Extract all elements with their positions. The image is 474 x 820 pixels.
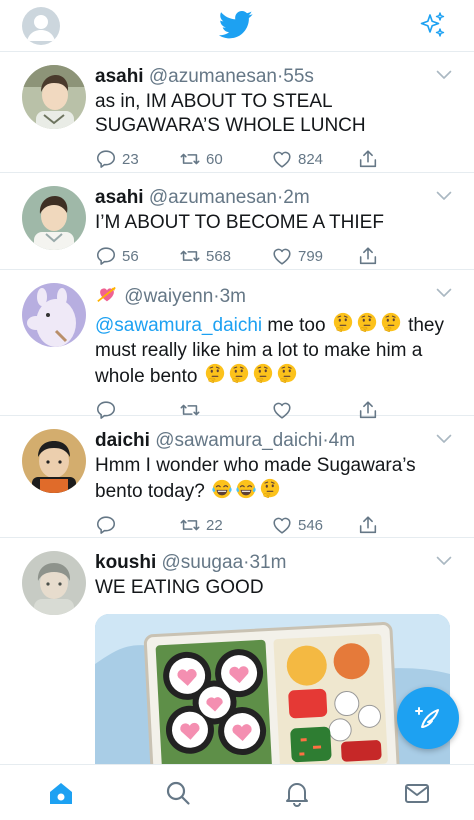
- timeline[interactable]: asahi @azumanesan·55s as in, IM ABOUT TO…: [0, 52, 474, 764]
- bento-box-image[interactable]: [95, 614, 450, 764]
- bottom-tab-bar: [0, 764, 474, 820]
- top-bar: [0, 0, 474, 52]
- handle[interactable]: @azumanesan: [149, 187, 277, 208]
- thinking-face-emoji: [204, 363, 226, 385]
- tears-of-joy-emoji: [211, 478, 233, 500]
- display-name[interactable]: asahi: [95, 187, 144, 208]
- chevron-down-icon[interactable]: [436, 556, 452, 566]
- handle[interactable]: @waiyenn: [124, 286, 213, 307]
- share-button[interactable]: [357, 148, 384, 170]
- chevron-down-icon[interactable]: [436, 70, 452, 80]
- retweet-button[interactable]: 60: [179, 148, 223, 170]
- display-name[interactable]: koushi: [95, 552, 156, 573]
- display-name[interactable]: daichi: [95, 430, 150, 451]
- tweet[interactable]: asahi @azumanesan·55s as in, IM ABOUT TO…: [0, 52, 474, 173]
- like-button[interactable]: 824: [271, 148, 323, 170]
- reply-icon: [95, 245, 117, 267]
- share-button[interactable]: [357, 245, 384, 267]
- retweet-count: 60: [206, 150, 223, 168]
- timestamp[interactable]: 31m: [249, 552, 286, 573]
- handle[interactable]: @azumanesan: [149, 66, 277, 87]
- thinking-face-emoji: [252, 363, 274, 385]
- tweet-header: daichi @sawamura_daichi·4m: [95, 429, 454, 453]
- profile-avatar[interactable]: [22, 7, 60, 45]
- tweet-text: Hmm I wonder who made Sugawara’s bento t…: [95, 454, 454, 504]
- reply-icon: [95, 148, 117, 170]
- home-icon[interactable]: [47, 779, 75, 807]
- retweet-icon: [179, 245, 201, 267]
- share-icon: [357, 148, 379, 170]
- chevron-down-icon[interactable]: [436, 434, 452, 444]
- reply-icon: [95, 514, 117, 536]
- tweet[interactable]: asahi @azumanesan·2m I’M ABOUT TO BECOME…: [0, 173, 474, 270]
- timestamp[interactable]: 55s: [283, 66, 314, 87]
- tweet-text: WE EATING GOOD: [95, 577, 264, 598]
- tweet-text: @sawamura_daichi me too they must really…: [95, 312, 454, 389]
- like-count: 799: [298, 247, 324, 265]
- handle[interactable]: @sawamura_daichi: [155, 430, 322, 451]
- reply-button[interactable]: 56: [95, 245, 139, 267]
- reply-count: 23: [122, 150, 139, 168]
- tweet-header: asahi @azumanesan·55s: [95, 65, 454, 89]
- like-count: 546: [298, 516, 324, 534]
- like-button[interactable]: 799: [271, 245, 323, 267]
- thinking-face-emoji: [276, 363, 298, 385]
- tweet[interactable]: @waiyenn·3m @sawamura_daichi me too they…: [0, 270, 474, 416]
- heart-icon: [271, 514, 293, 536]
- tears-of-joy-emoji: [235, 478, 257, 500]
- tweet-header: koushi @suugaa·31m: [95, 551, 454, 575]
- reply-button[interactable]: 23: [95, 148, 139, 170]
- compose-feather-icon: [415, 707, 439, 728]
- tweet-header: @waiyenn·3m: [95, 283, 454, 309]
- retweet-button[interactable]: 22: [179, 514, 223, 536]
- thinking-face-emoji: [228, 363, 250, 385]
- heart-icon: [271, 245, 293, 267]
- thinking-face-emoji: [332, 312, 354, 334]
- reply-button[interactable]: [95, 514, 122, 536]
- search-icon[interactable]: [164, 779, 192, 807]
- like-button[interactable]: 546: [271, 514, 323, 536]
- share-icon: [357, 245, 379, 267]
- heart-with-arrow-emoji: [97, 286, 116, 302]
- tweet-header: asahi @azumanesan·2m: [95, 186, 454, 210]
- like-count: 824: [298, 150, 324, 168]
- share-button[interactable]: [357, 514, 384, 536]
- retweet-button[interactable]: 568: [179, 245, 231, 267]
- handle[interactable]: @suugaa: [162, 552, 244, 573]
- retweet-count: 568: [206, 247, 232, 265]
- notifications-bell-icon[interactable]: [283, 779, 311, 807]
- thinking-face-emoji: [356, 312, 378, 334]
- reply-count: 56: [122, 247, 139, 265]
- retweet-icon: [179, 148, 201, 170]
- thinking-face-emoji: [259, 478, 281, 500]
- chevron-down-icon[interactable]: [436, 191, 452, 201]
- timestamp[interactable]: 3m: [220, 286, 246, 307]
- retweet-icon: [179, 514, 201, 536]
- tweet[interactable]: daichi @sawamura_daichi·4m Hmm I wonder …: [0, 416, 474, 538]
- timestamp[interactable]: 4m: [329, 430, 355, 451]
- chevron-down-icon[interactable]: [436, 288, 452, 298]
- timestamp[interactable]: 2m: [283, 187, 309, 208]
- tweet-text: as in, IM ABOUT TO STEAL SUGAWARA’S WHOL…: [95, 91, 366, 136]
- avatar[interactable]: [22, 551, 86, 615]
- compose-tweet-button[interactable]: [397, 687, 459, 749]
- twitter-bird-icon: [219, 10, 253, 39]
- tweet-text-part: me too: [262, 315, 331, 336]
- sparkle-icon[interactable]: [418, 11, 448, 41]
- mention-link[interactable]: @sawamura_daichi: [95, 315, 262, 336]
- heart-icon: [271, 148, 293, 170]
- retweet-count: 22: [206, 516, 223, 534]
- avatar[interactable]: [22, 283, 86, 347]
- avatar[interactable]: [22, 186, 86, 250]
- display-name[interactable]: asahi: [95, 66, 144, 87]
- share-icon: [357, 514, 379, 536]
- messages-envelope-icon[interactable]: [403, 779, 431, 807]
- avatar[interactable]: [22, 65, 86, 129]
- thinking-face-emoji: [380, 312, 402, 334]
- tweet-text: I’M ABOUT TO BECOME A THIEF: [95, 212, 384, 233]
- avatar[interactable]: [22, 429, 86, 493]
